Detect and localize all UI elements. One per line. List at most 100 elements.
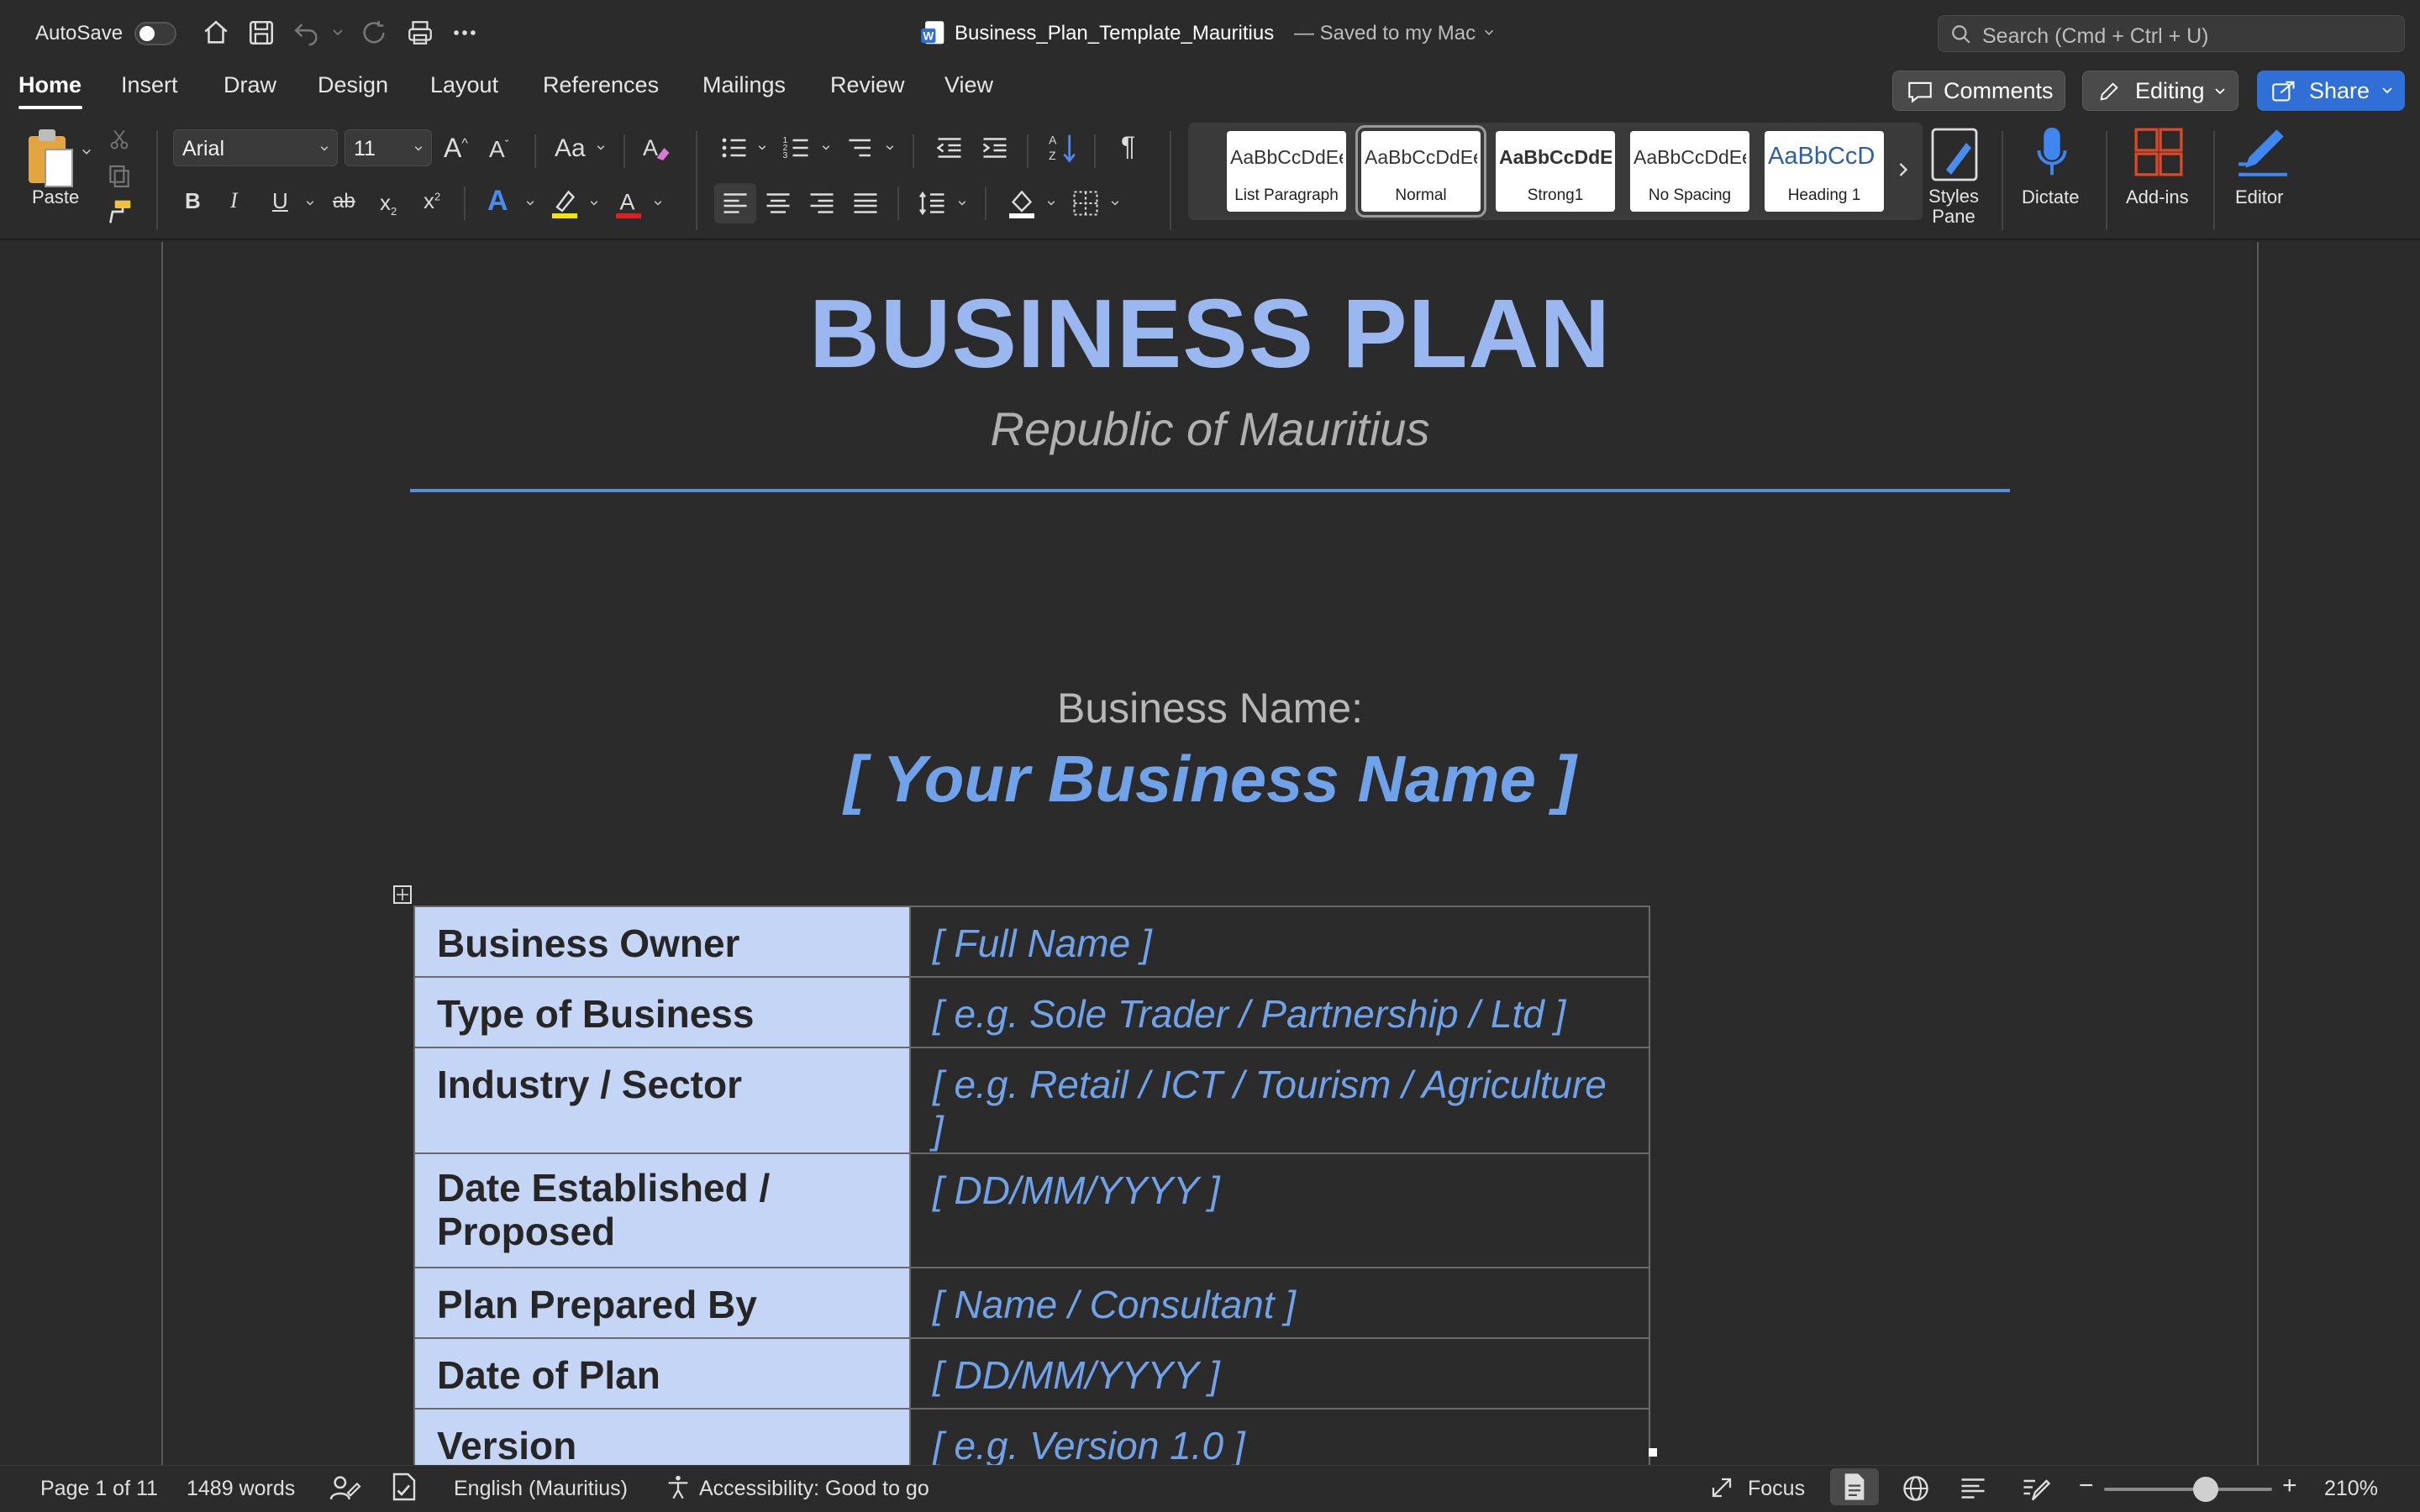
table-value-cell[interactable]: [ Full Name ] — [909, 906, 1650, 978]
page-count[interactable]: Page 1 of 11 — [40, 1477, 158, 1501]
search-box[interactable]: Search (Cmd + Ctrl + U) — [1938, 15, 2405, 52]
shading-icon[interactable] — [1007, 186, 1037, 220]
title-chevron-down-icon[interactable] — [1482, 27, 1496, 39]
tab-layout[interactable]: Layout — [430, 72, 498, 98]
style-list-paragraph[interactable]: AaBbCcDdEe List Paragraph — [1227, 131, 1346, 212]
sort-icon[interactable]: AZ — [1047, 131, 1079, 165]
style-no-spacing[interactable]: AaBbCcDdEe No Spacing — [1630, 131, 1749, 212]
line-spacing-chevron-icon[interactable] — [956, 198, 968, 208]
borders-icon[interactable] — [1071, 188, 1101, 218]
style-normal[interactable]: AaBbCcDdEe Normal — [1355, 125, 1486, 218]
save-status[interactable]: — Saved to my Mac — [1294, 22, 1476, 45]
focus-label[interactable]: Focus — [1748, 1477, 1805, 1501]
numbering-chevron-icon[interactable] — [820, 143, 832, 153]
autosave-toggle[interactable] — [134, 22, 176, 45]
font-color-icon[interactable]: A — [613, 186, 644, 220]
web-layout-globe-icon[interactable] — [1901, 1473, 1931, 1504]
table-key-cell[interactable]: Industry / Sector — [413, 1047, 911, 1154]
multilevel-chevron-icon[interactable] — [884, 143, 896, 153]
shrink-font-icon[interactable]: Aˇ — [489, 136, 508, 163]
show-formatting-marks-icon[interactable]: ¶ — [1121, 131, 1135, 162]
table-value-cell[interactable]: [ DD/MM/YYYY ] — [909, 1152, 1650, 1268]
line-spacing-icon[interactable] — [918, 188, 948, 218]
table-value-cell[interactable]: [ DD/MM/YYYY ] — [909, 1337, 1650, 1410]
business-name-label[interactable]: Business Name: — [0, 684, 2420, 732]
styles-gallery-next-icon[interactable] — [1897, 161, 1909, 178]
align-left-button[interactable] — [714, 183, 756, 223]
word-count[interactable]: 1489 words — [187, 1477, 295, 1501]
font-name-select[interactable]: Arial — [173, 129, 338, 166]
underline-chevron-icon[interactable] — [304, 198, 316, 208]
copy-icon[interactable] — [106, 163, 133, 190]
table-value-cell[interactable]: [ e.g. Retail / ICT / Tourism / Agricult… — [909, 1047, 1650, 1154]
font-color-chevron-icon[interactable] — [652, 198, 664, 208]
document-subtitle[interactable]: Republic of Mauritius — [0, 402, 2420, 456]
undo-icon[interactable] — [292, 18, 321, 47]
style-heading-1[interactable]: AaBbCcD Heading 1 — [1765, 131, 1884, 212]
multilevel-list-icon[interactable] — [845, 133, 876, 163]
tab-insert[interactable]: Insert — [121, 72, 178, 98]
cut-icon[interactable] — [108, 126, 131, 153]
print-layout-view-button[interactable] — [1830, 1468, 1879, 1505]
table-move-handle-icon[interactable] — [393, 885, 412, 904]
zoom-slider-track[interactable] — [2104, 1488, 2272, 1491]
shading-chevron-icon[interactable] — [1045, 198, 1057, 208]
tab-view[interactable]: View — [944, 72, 993, 98]
language-indicator[interactable]: English (Mauritius) — [454, 1477, 628, 1501]
table-key-cell[interactable]: Date of Plan — [413, 1337, 911, 1410]
zoom-level[interactable]: 210% — [2324, 1477, 2378, 1501]
bullets-chevron-icon[interactable] — [756, 143, 768, 153]
accessibility-status[interactable]: Accessibility: Good to go — [699, 1477, 929, 1501]
table-key-cell[interactable]: Business Owner — [413, 906, 911, 978]
grow-font-icon[interactable]: A^ — [444, 133, 468, 164]
editing-mode-button[interactable]: Editing — [2082, 71, 2238, 111]
table-value-cell[interactable]: [ e.g. Sole Trader / Partnership / Ltd ] — [909, 976, 1650, 1048]
highlight-chevron-icon[interactable] — [588, 198, 600, 208]
add-ins-icon[interactable] — [2133, 126, 2185, 178]
strikethrough-button[interactable]: ab — [333, 190, 355, 213]
text-effects-chevron-icon[interactable] — [524, 198, 536, 208]
zoom-slider-thumb[interactable] — [2193, 1477, 2218, 1502]
zoom-in-button[interactable]: + — [2282, 1472, 2297, 1500]
proofing-check-icon[interactable] — [390, 1472, 418, 1502]
superscript-button[interactable]: x2 — [424, 188, 440, 214]
tab-review[interactable]: Review — [830, 72, 905, 98]
table-key-cell[interactable]: Date Established / Proposed — [413, 1152, 911, 1268]
paste-options-chevron-icon[interactable] — [81, 146, 92, 158]
align-center-icon[interactable] — [763, 188, 793, 218]
table-value-cell[interactable]: [ Name / Consultant ] — [909, 1267, 1650, 1339]
change-case-chevron-icon[interactable] — [595, 143, 607, 153]
comments-button[interactable]: Comments — [1892, 71, 2065, 111]
draft-view-icon[interactable] — [2020, 1473, 2050, 1504]
tab-references[interactable]: References — [543, 72, 659, 98]
change-case-icon[interactable]: Aa — [555, 134, 586, 163]
numbering-icon[interactable]: 123 — [781, 133, 812, 163]
undo-dropdown-icon[interactable] — [331, 25, 345, 39]
style-strong1[interactable]: AaBbCcDdE Strong1 — [1496, 131, 1615, 212]
highlight-color-icon[interactable] — [550, 186, 580, 220]
accessibility-icon[interactable] — [664, 1473, 692, 1502]
increase-indent-icon[interactable] — [980, 133, 1010, 163]
bold-button[interactable]: B — [185, 188, 201, 214]
share-button[interactable]: Share — [2257, 71, 2405, 111]
subscript-button[interactable]: x2 — [380, 190, 397, 218]
dictate-microphone-icon[interactable] — [2035, 126, 2069, 181]
italic-button[interactable]: I — [230, 188, 238, 213]
table-key-cell[interactable]: Plan Prepared By — [413, 1267, 911, 1339]
tab-mailings[interactable]: Mailings — [702, 72, 786, 98]
align-right-icon[interactable] — [807, 188, 837, 218]
borders-chevron-icon[interactable] — [1109, 198, 1121, 208]
table-resize-handle[interactable] — [1649, 1448, 1657, 1457]
decrease-indent-icon[interactable] — [934, 133, 965, 163]
clear-formatting-icon[interactable]: A — [640, 133, 671, 163]
tab-draw[interactable]: Draw — [224, 72, 276, 98]
track-changes-icon[interactable] — [329, 1473, 361, 1502]
document-title[interactable]: Business_Plan_Template_Mauritius — [955, 22, 1274, 45]
home-icon[interactable] — [202, 18, 230, 47]
document-heading[interactable]: BUSINESS PLAN — [0, 277, 2420, 390]
tab-design[interactable]: Design — [318, 72, 388, 98]
text-effects-icon[interactable]: A — [487, 185, 508, 218]
print-icon[interactable] — [405, 18, 435, 47]
more-options-icon[interactable] — [450, 18, 479, 47]
zoom-out-button[interactable]: − — [2079, 1472, 2094, 1500]
